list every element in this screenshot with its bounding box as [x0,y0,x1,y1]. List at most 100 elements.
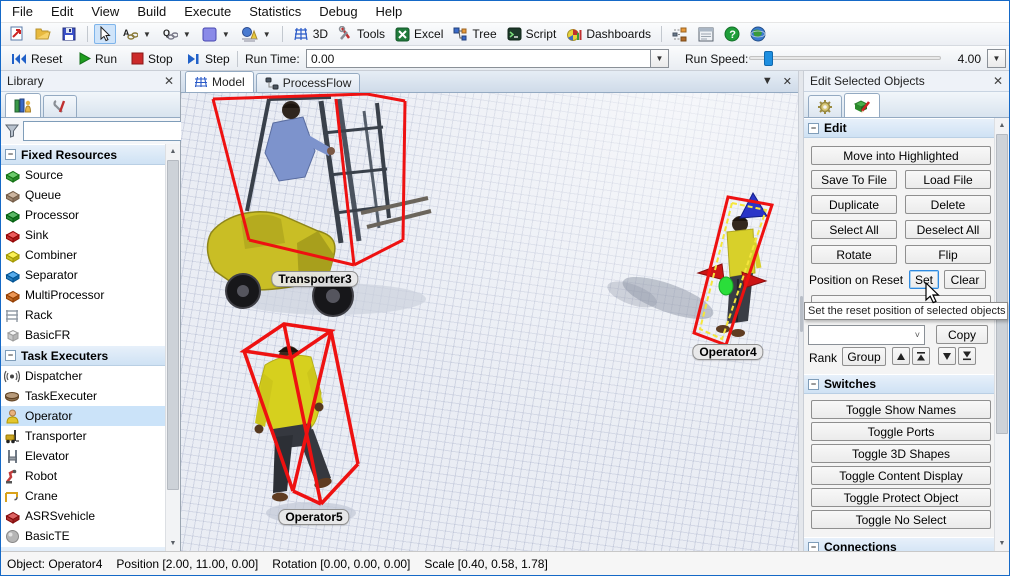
library-item-transporter[interactable]: Transporter [1,426,165,446]
script-button[interactable]: Script [503,25,561,43]
stop-button[interactable]: Stop [127,46,177,71]
menu-file[interactable]: File [3,2,42,21]
toggle-no-select-button[interactable]: Toggle No Select [811,510,991,529]
tab-processflow[interactable]: ProcessFlow [256,73,361,92]
library-scrollbar[interactable]: ▲ ▼ [165,144,180,551]
filter-funnel-icon[interactable] [4,123,20,139]
toggle-3d-shapes-button[interactable]: Toggle 3D Shapes [811,444,991,463]
color-button[interactable]: ▼ [198,25,235,44]
tools-button[interactable]: Tools [334,24,389,44]
rotate-button[interactable]: Rotate [811,245,897,264]
scroll-thumb[interactable] [167,160,179,490]
connect-objects-button[interactable]: A▼ [118,25,156,43]
rank-to-bottom-button[interactable] [958,347,976,365]
copy-button[interactable]: Copy [936,325,988,344]
select-all-button[interactable]: Select All [811,220,897,239]
excel-button[interactable]: Excel [391,25,447,44]
tab-library-tools[interactable] [43,95,77,117]
chevron-down-icon[interactable]: ▼ [142,30,152,39]
collapse-icon[interactable]: − [808,123,819,134]
library-item-operator[interactable]: Operator [1,406,165,426]
3d-scene[interactable]: Transporter3 Operator4 Operator5 [181,93,798,551]
slider-handle[interactable] [764,51,773,66]
new-model-button[interactable] [5,24,29,44]
online-content-button[interactable] [746,24,770,44]
library-section-task-executers[interactable]: −Task Executers [1,345,165,366]
chevron-down-icon[interactable]: ▼ [182,30,192,39]
clear-button[interactable]: Clear [944,270,986,289]
run-speed-slider[interactable] [749,56,941,60]
library-item-separator[interactable]: Separator [1,265,165,285]
group-button[interactable]: Group [842,347,886,366]
library-item-queue[interactable]: Queue [1,185,165,205]
library-section-travel-networks[interactable]: −Travel Networks [1,546,165,551]
collapse-icon[interactable]: − [5,350,16,361]
section-header-edit[interactable]: −Edit [804,118,994,138]
menu-help[interactable]: Help [367,2,412,21]
menu-build[interactable]: Build [128,2,175,21]
library-item-asrsvehicle[interactable]: ASRSvehicle [1,506,165,526]
connect-ports-button[interactable]: Q▼ [158,25,196,43]
library-item-source[interactable]: Source [1,165,165,185]
edit-panel-scrollbar[interactable]: ▲ ▼ [994,118,1009,551]
menu-execute[interactable]: Execute [175,2,240,21]
flowchart-button[interactable] [668,25,692,44]
library-item-dispatcher[interactable]: Dispatcher [1,366,165,386]
duplicate-button[interactable]: Duplicate [811,195,897,214]
library-item-rack[interactable]: Rack [1,305,165,325]
create-objects-button[interactable]: ▼ [237,24,276,44]
rank-down-button[interactable] [938,347,956,365]
tab-model[interactable]: Model [185,71,254,92]
set-button[interactable]: Set [909,270,939,289]
name-combo[interactable]: ˅ [808,325,925,345]
scroll-down-icon[interactable]: ▼ [995,536,1009,551]
reset-button[interactable]: Reset [7,46,66,71]
close-view-icon[interactable]: ✕ [783,75,792,88]
library-item-processor[interactable]: Processor [1,205,165,225]
move-into-highlighted-button[interactable]: Move into Highlighted [811,146,991,165]
dashboards-button[interactable]: Dashboards [562,25,655,44]
library-filter-input[interactable] [23,121,186,141]
rank-up-button[interactable] [892,347,910,365]
library-item-multiprocessor[interactable]: MultiProcessor [1,285,165,305]
toggle-content-display-button[interactable]: Toggle Content Display [811,466,991,485]
select-mode-button[interactable] [94,24,116,44]
tree-button[interactable]: Tree [449,25,500,44]
library-item-robot[interactable]: Robot [1,466,165,486]
collapse-icon[interactable]: − [808,379,819,390]
library-item-elevator[interactable]: Elevator [1,446,165,466]
save-to-file-button[interactable]: Save To File [811,170,897,189]
step-button[interactable]: Step [183,46,234,71]
run-time-dropdown[interactable]: ▼ [650,49,669,68]
chevron-down-icon[interactable]: ▼ [262,30,272,39]
library-item-basicte[interactable]: BasicTE [1,526,165,546]
save-model-button[interactable] [57,24,81,44]
open-3d-view-button[interactable]: 3D [289,25,332,43]
slider-track[interactable] [749,56,941,60]
close-icon[interactable]: ✕ [993,74,1003,88]
menu-debug[interactable]: Debug [310,2,366,21]
deselect-all-button[interactable]: Deselect All [905,220,991,239]
run-button[interactable]: Run [75,46,121,71]
menu-view[interactable]: View [82,2,128,21]
scroll-thumb[interactable] [996,134,1008,434]
tab-library-objects[interactable] [5,93,41,117]
run-speed-dropdown[interactable]: ▼ [987,49,1006,68]
close-icon[interactable]: ✕ [164,74,174,88]
scroll-down-icon[interactable]: ▼ [166,536,180,551]
library-item-sink[interactable]: Sink [1,225,165,245]
chevron-down-icon[interactable]: ▼ [221,30,231,39]
tab-edit-objects[interactable] [844,93,880,117]
library-item-basicfr[interactable]: BasicFR [1,325,165,345]
scroll-up-icon[interactable]: ▲ [995,118,1009,133]
toggle-show-names-button[interactable]: Toggle Show Names [811,400,991,419]
section-header-connections[interactable]: −Connections [804,537,994,551]
rank-to-top-button[interactable] [912,347,930,365]
scroll-up-icon[interactable]: ▲ [166,144,180,159]
tab-list-dropdown-icon[interactable]: ▼ [762,75,773,88]
collapse-icon[interactable]: − [5,149,16,160]
properties-window-button[interactable] [694,25,718,44]
run-time-input[interactable] [306,49,651,68]
help-button[interactable]: ? [720,24,744,44]
tab-settings[interactable] [808,95,842,117]
